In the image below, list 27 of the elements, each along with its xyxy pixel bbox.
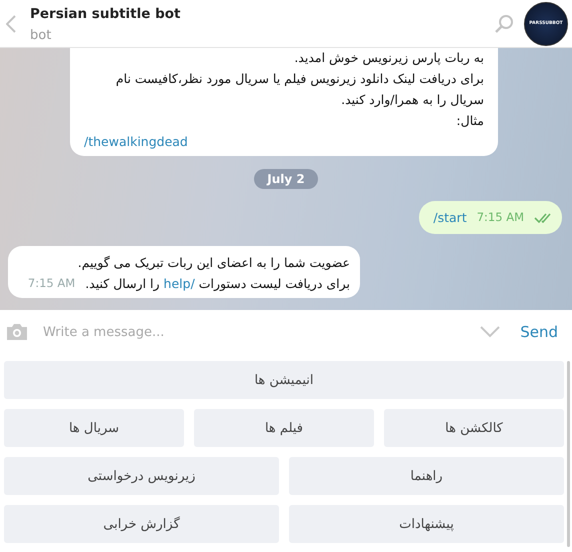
search-icon[interactable] xyxy=(494,14,514,34)
chevron-down-icon[interactable] xyxy=(480,326,500,338)
chat-status: bot xyxy=(30,28,52,43)
keyboard-button[interactable]: سریال ها xyxy=(4,409,184,447)
send-button[interactable]: Send xyxy=(520,323,558,341)
camera-icon[interactable] xyxy=(5,322,29,342)
keyboard-button[interactable]: فیلم ها xyxy=(194,409,374,447)
scrollbar[interactable] xyxy=(567,361,570,547)
message-input[interactable]: Write a message... xyxy=(41,324,468,340)
keyboard-button[interactable]: انیمیشن ها xyxy=(4,361,564,399)
message-time: 7:15 AM xyxy=(476,209,524,226)
keyboard-button[interactable]: پیشنهادات xyxy=(289,505,564,543)
command-link[interactable]: /thewalkingdead xyxy=(84,134,188,149)
chat-title: Persian subtitle bot xyxy=(30,6,182,22)
keyboard-button[interactable]: گزارش خرابی xyxy=(4,505,279,543)
keyboard-button[interactable]: کالکشن ها xyxy=(384,409,564,447)
keyboard-button[interactable]: راهنما xyxy=(289,457,564,495)
message-text: عضویت شما را به اعضای این ربات تبریک می گوییم. xyxy=(76,254,350,272)
command-link[interactable]: /start xyxy=(433,207,467,228)
message-text: به ربات پارس زیرنویس خوش امدید. xyxy=(293,49,484,67)
message-time: 7:15 AM xyxy=(28,275,76,292)
keyboard-button[interactable]: زیرنویس درخواستی xyxy=(4,457,279,495)
message-text: برای دریافت لینک دانلود زیرنویس فیلم یا سریال مورد نظر،کافیست نام سریال را به همرا/وارد کنید. xyxy=(114,70,484,109)
message-text: مثال: xyxy=(455,112,484,130)
back-icon[interactable] xyxy=(6,14,16,32)
date-badge: July 2 xyxy=(254,169,318,189)
command-link[interactable]: /help xyxy=(164,276,195,291)
